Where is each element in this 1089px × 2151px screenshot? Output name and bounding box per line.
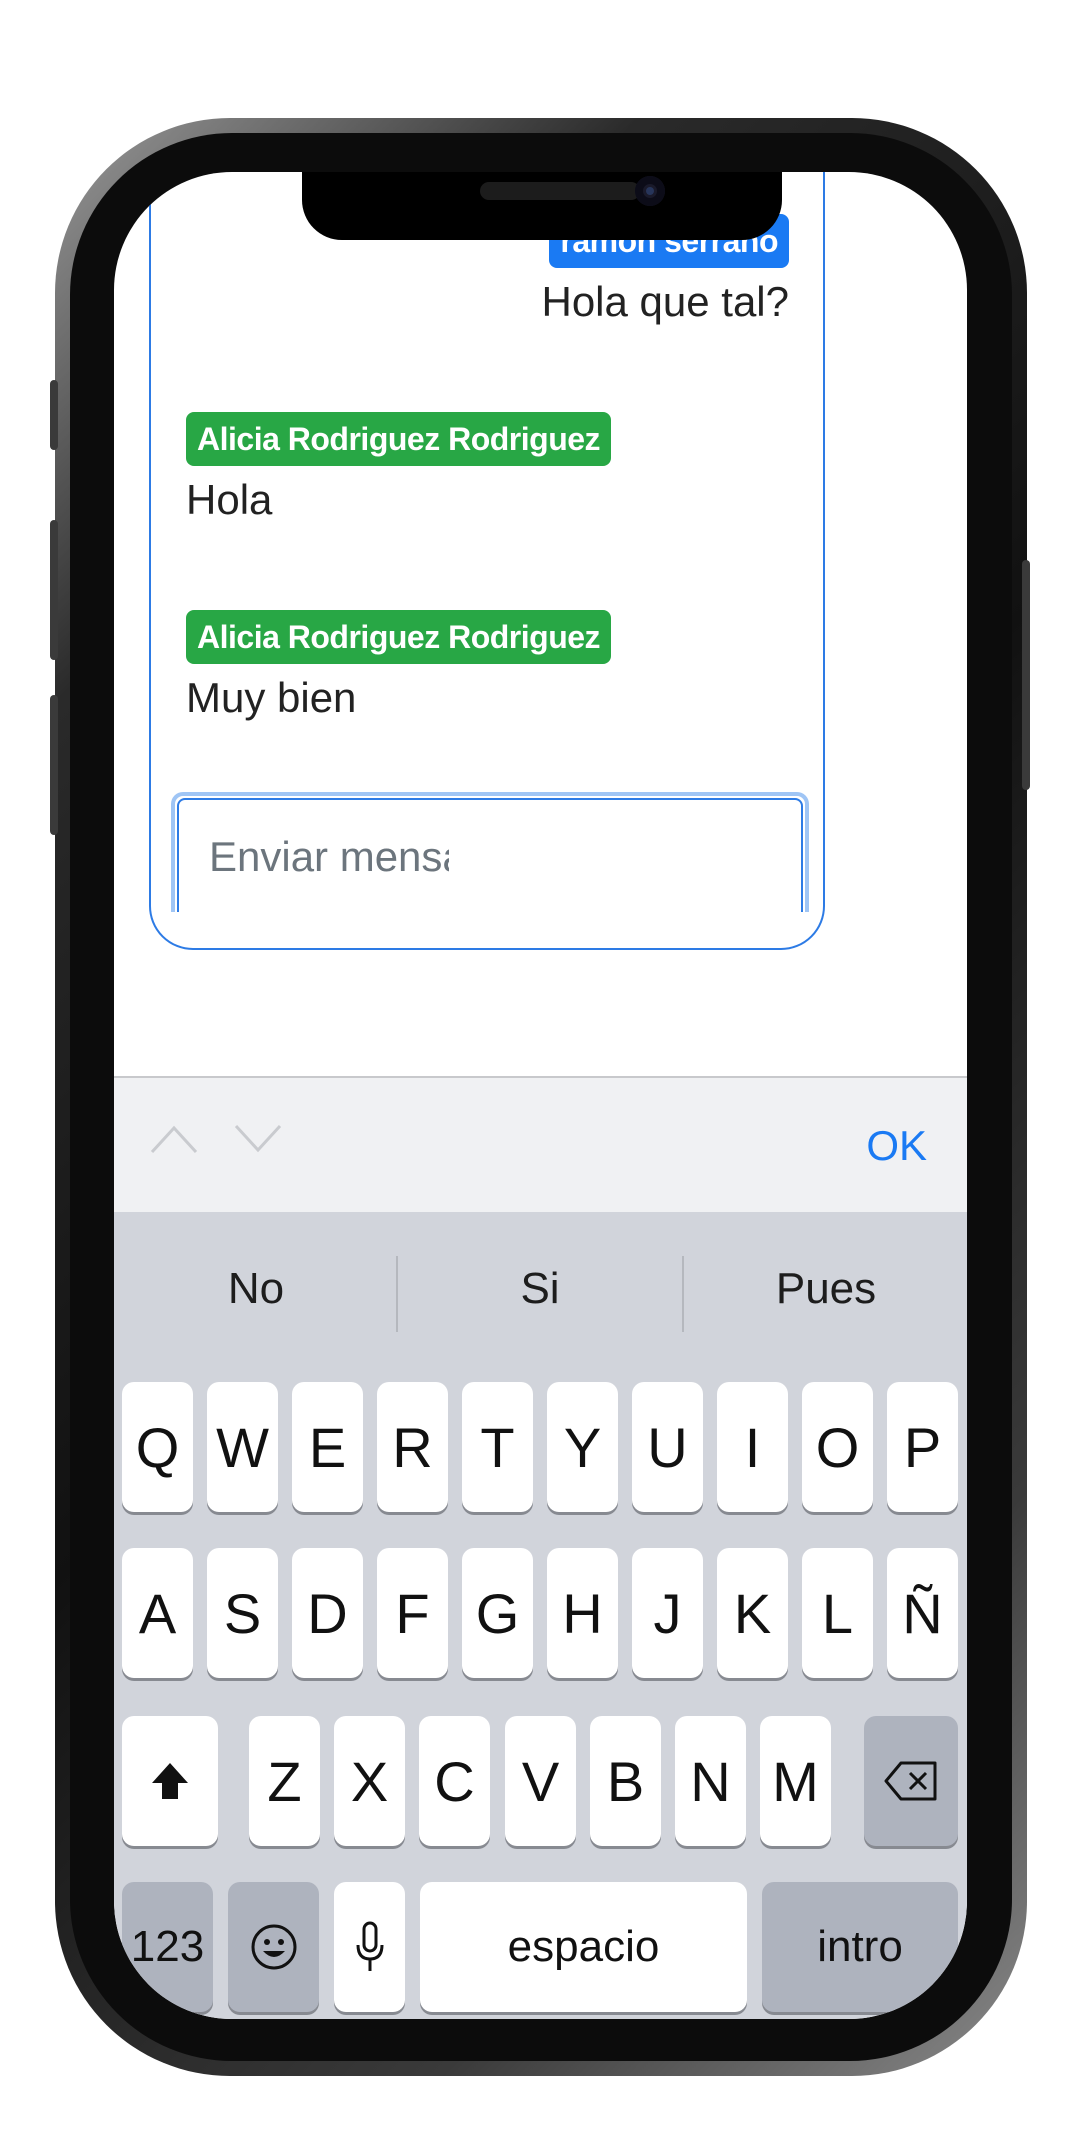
message-input[interactable] — [207, 832, 451, 882]
shift-key[interactable] — [122, 1716, 218, 1846]
suggestion-item[interactable]: Si — [398, 1264, 682, 1314]
chevron-down-icon[interactable] — [232, 1118, 282, 1158]
key-q[interactable]: Q — [122, 1382, 193, 1512]
key-w[interactable]: W — [207, 1382, 278, 1512]
message-input-box[interactable] — [177, 798, 803, 912]
key-t[interactable]: T — [462, 1382, 533, 1512]
message-item: Alicia Rodriguez Rodriguez Muy bien — [186, 610, 612, 722]
key-y[interactable]: Y — [547, 1382, 618, 1512]
key-h[interactable]: H — [547, 1548, 618, 1678]
numbers-key[interactable]: 123 — [122, 1882, 213, 2012]
key-g[interactable]: G — [462, 1548, 533, 1678]
ok-button[interactable]: OK — [866, 1122, 927, 1170]
key-z[interactable]: Z — [249, 1716, 320, 1846]
emoji-icon — [250, 1923, 298, 1971]
speaker-grille — [480, 182, 640, 200]
key-p[interactable]: P — [887, 1382, 958, 1512]
key-n[interactable]: N — [675, 1716, 746, 1846]
key-c[interactable]: C — [419, 1716, 490, 1846]
backspace-icon — [883, 1759, 939, 1803]
key-e[interactable]: E — [292, 1382, 363, 1512]
key-s[interactable]: S — [207, 1548, 278, 1678]
key-k[interactable]: K — [717, 1548, 788, 1678]
key-x[interactable]: X — [334, 1716, 405, 1846]
volume-up-button — [50, 520, 58, 660]
chat-panel: ramon serrano Hola que tal? Alicia Rodri… — [149, 172, 825, 950]
key-j[interactable]: J — [632, 1548, 703, 1678]
backspace-key[interactable] — [864, 1716, 958, 1846]
key-v[interactable]: V — [505, 1716, 576, 1846]
notch — [302, 172, 782, 240]
return-key[interactable]: intro — [762, 1882, 958, 2012]
key-f[interactable]: F — [377, 1548, 448, 1678]
message-text: Hola que tal? — [541, 278, 789, 325]
key-b[interactable]: B — [590, 1716, 661, 1846]
message-text: Muy bien — [186, 674, 357, 721]
phone-screen: ramon serrano Hola que tal? Alicia Rodri… — [114, 172, 967, 2019]
message-item: Alicia Rodriguez Rodriguez Hola — [186, 412, 612, 524]
key-r[interactable]: R — [377, 1382, 448, 1512]
keyboard: No Si Pues Q W E R T Y U I O P A S D F G… — [114, 1212, 967, 2019]
front-camera-icon — [635, 176, 665, 206]
key-i[interactable]: I — [717, 1382, 788, 1512]
key-m[interactable]: M — [760, 1716, 831, 1846]
emoji-key[interactable] — [228, 1882, 319, 2012]
author-badge: Alicia Rodriguez Rodriguez — [186, 610, 612, 664]
message-input-wrapper — [171, 792, 809, 912]
power-button — [1022, 560, 1030, 790]
author-badge: Alicia Rodriguez Rodriguez — [186, 412, 612, 466]
key-d[interactable]: D — [292, 1548, 363, 1678]
chevron-up-icon[interactable] — [148, 1118, 198, 1158]
silent-switch — [50, 380, 58, 450]
suggestion-bar: No Si Pues — [114, 1212, 967, 1376]
volume-down-button — [50, 695, 58, 835]
space-key[interactable]: espacio — [420, 1882, 747, 2012]
suggestion-item[interactable]: Pues — [684, 1264, 967, 1314]
suggestion-item[interactable]: No — [114, 1264, 398, 1314]
key-a[interactable]: A — [122, 1548, 193, 1678]
key-l[interactable]: L — [802, 1548, 873, 1678]
message-text: Hola — [186, 476, 273, 523]
microphone-icon — [354, 1919, 386, 1975]
key-n-tilde[interactable]: Ñ — [887, 1548, 958, 1678]
key-o[interactable]: O — [802, 1382, 873, 1512]
shift-icon — [148, 1759, 192, 1803]
key-u[interactable]: U — [632, 1382, 703, 1512]
microphone-key[interactable] — [334, 1882, 405, 2012]
keyboard-accessory-bar: OK — [114, 1076, 967, 1214]
